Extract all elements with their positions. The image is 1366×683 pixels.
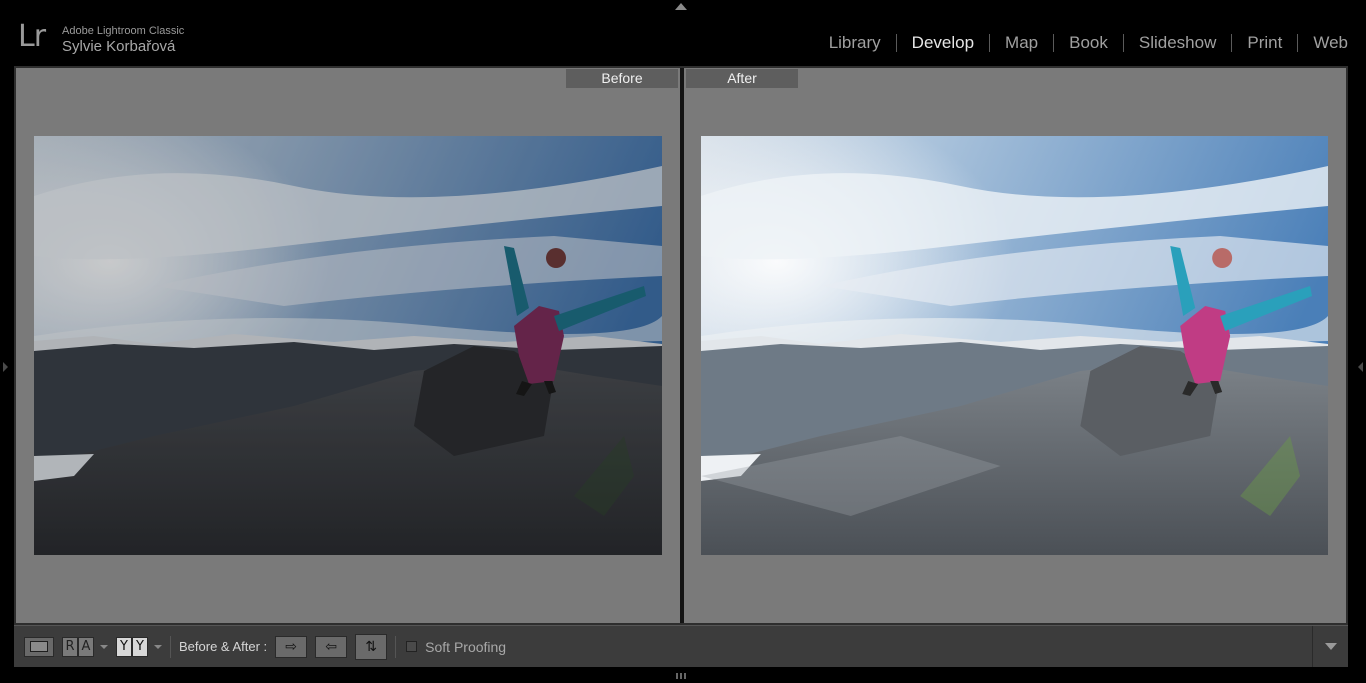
before-after-icon-right: A [78, 636, 94, 657]
user-name: Sylvie Korbařová [62, 38, 176, 55]
before-photo[interactable] [34, 136, 662, 555]
toolbar-content-menu-button[interactable] [1312, 626, 1348, 667]
module-print[interactable]: Print [1232, 32, 1297, 54]
after-photo[interactable] [701, 136, 1328, 555]
filmstrip-toggle[interactable] [676, 673, 686, 679]
swap-icon: ⇅ [365, 638, 378, 655]
split-icon-left: Y [116, 636, 132, 657]
top-panel-toggle[interactable] [675, 3, 687, 10]
soft-proofing-toggle[interactable]: Soft Proofing [406, 639, 506, 655]
module-map[interactable]: Map [990, 32, 1053, 54]
swap-before-after-button[interactable]: ⇅ [355, 633, 388, 660]
split-icon-right: Y [132, 636, 148, 657]
before-label: Before [566, 69, 678, 88]
left-panel-toggle[interactable] [3, 362, 8, 372]
module-web[interactable]: Web [1298, 32, 1348, 54]
chevron-down-icon [1324, 643, 1337, 650]
before-pane[interactable]: Before [16, 68, 680, 623]
loupe-view-icon [30, 641, 48, 652]
toolbar-separator [170, 635, 171, 658]
before-after-split-button[interactable]: Y Y [116, 636, 148, 657]
identity-plate: Lr Adobe Lightroom Classic Sylvie Korbař… [18, 19, 185, 56]
module-picker: Library Develop Map Book Slideshow Print… [814, 32, 1348, 54]
app-name: Adobe Lightroom Classic [62, 25, 185, 37]
arrow-left-icon: ⇦ [325, 638, 338, 655]
view-mode-dropdown-icon[interactable] [100, 644, 108, 649]
right-panel-toggle[interactable] [1358, 362, 1363, 372]
before-after-left-right-button[interactable]: R A [62, 636, 94, 657]
toolbar-separator [395, 635, 397, 658]
soft-proofing-checkbox[interactable] [406, 641, 418, 652]
lightroom-logo: Lr [18, 19, 46, 54]
soft-proofing-label: Soft Proofing [425, 638, 507, 655]
copy-before-to-after-button[interactable]: ⇨ [275, 635, 308, 658]
after-label: After [686, 69, 798, 88]
module-develop[interactable]: Develop [897, 32, 989, 54]
module-slideshow[interactable]: Slideshow [1124, 32, 1232, 54]
before-after-icon-left: R [62, 636, 78, 657]
copy-after-to-before-button[interactable]: ⇦ [315, 635, 348, 658]
before-after-view: Before After [14, 66, 1348, 625]
loupe-view-button[interactable] [24, 636, 54, 657]
develop-toolbar: R A Y Y Before & After : ⇨ ⇦ ⇅ Soft Proo… [14, 625, 1348, 667]
module-book[interactable]: Book [1054, 32, 1123, 54]
before-after-label: Before & After : [179, 639, 268, 654]
before-photo-image [34, 136, 662, 555]
split-mode-dropdown-icon[interactable] [154, 644, 162, 649]
after-pane[interactable]: After [684, 68, 1346, 623]
arrow-right-icon: ⇨ [285, 638, 298, 655]
after-photo-image [701, 136, 1328, 555]
module-library[interactable]: Library [814, 32, 896, 54]
